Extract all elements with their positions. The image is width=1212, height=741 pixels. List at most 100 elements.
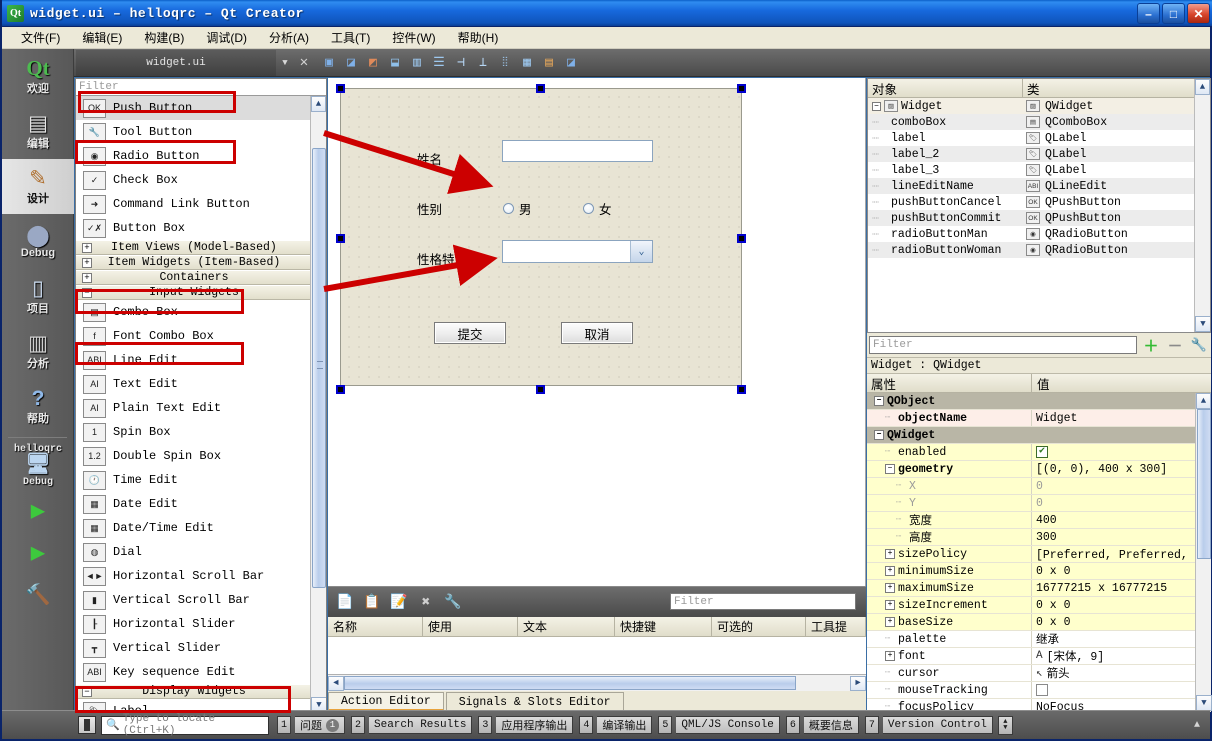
widget-box-item[interactable]: ABI Key sequence Edit [76,660,312,684]
minus-icon[interactable]: － [1165,335,1185,356]
widget-box-category[interactable]: − Input Widgets [76,285,312,300]
property-filter-input[interactable]: Filter [869,336,1137,354]
layout-splitter-vertical-icon[interactable]: ⊥ [474,54,492,72]
chevron-down-icon[interactable]: ▼ [276,58,294,68]
property-row[interactable]: + sizePolicy [Preferred, Preferred, ⋯ [867,546,1195,563]
layout-vertical-icon[interactable]: ☰ [430,54,448,72]
mode-design[interactable]: ✎ 设计 [2,159,74,214]
object-inspector-row[interactable]: ┈ lineEditName ABI QLineEdit [868,178,1210,194]
property-value-cell[interactable]: ↖ 箭头 [1032,665,1195,681]
new-action-icon[interactable]: 📄 [336,593,354,611]
column-header-text[interactable]: 文本 [518,617,615,636]
collapse-icon[interactable]: − [82,287,92,298]
object-inspector-row[interactable]: ┈ radioButtonMan ◉ QRadioButton [868,226,1210,242]
form-label-gender[interactable]: 性别 [417,199,442,218]
widget-box-item[interactable]: AI Text Edit [76,372,312,396]
property-row[interactable]: − QWidget [867,427,1195,444]
mode-projects[interactable]: ▯ 项目 [2,269,74,324]
object-inspector-row[interactable]: ┈ comboBox ▤ QComboBox [868,114,1210,130]
action-editor-filter-input[interactable]: Filter [670,593,856,610]
form-lineedit-name[interactable] [502,140,653,162]
object-inspector-scrollbar[interactable]: ▲ ▼ [1194,79,1210,332]
action-table-body[interactable] [328,637,866,675]
widget-box-filter-input[interactable]: Filter [76,79,326,96]
property-row[interactable]: − QObject [867,393,1195,410]
property-row[interactable]: ┈ mouseTracking ✔ [867,682,1195,699]
widget-box-item[interactable]: ▦ Date Edit [76,492,312,516]
property-row[interactable]: ┈ enabled ✔ [867,444,1195,461]
property-value-cell[interactable]: [(0, 0), 400 x 300] [1032,461,1195,477]
property-value-cell[interactable]: [Preferred, Preferred, ⋯ [1032,546,1195,562]
widget-box-item[interactable]: OK Push Button [76,96,312,120]
break-layout-icon[interactable]: ▤ [540,54,558,72]
object-inspector-row[interactable]: ┈ label_2 🏷 QLabel [868,146,1210,162]
object-inspector-row[interactable]: ┈ label_3 🏷 QLabel [868,162,1210,178]
column-header-property[interactable]: 属性 [867,374,1032,392]
adjust-size-icon[interactable]: ◪ [562,54,580,72]
edit-tab-order-icon[interactable]: ⬓ [386,54,404,72]
scroll-right-icon[interactable]: ► [850,675,866,691]
edit-widgets-icon[interactable]: ▣ [320,54,338,72]
widget-box-item[interactable]: 1.2 Double Spin Box [76,444,312,468]
property-row[interactable]: − geometry [(0, 0), 400 x 300] [867,461,1195,478]
widget-box-item[interactable]: ◉ Radio Button [76,144,312,168]
property-value-cell[interactable]: 0 x 0 [1032,597,1195,613]
close-document-icon[interactable]: ✕ [294,54,314,71]
property-value-cell[interactable]: 继承 [1032,631,1195,647]
property-value-cell[interactable] [1032,427,1195,443]
widget-box-category[interactable]: + Item Widgets (Item-Based) [76,255,312,270]
property-value-cell[interactable]: ✔ [1032,444,1195,460]
column-header-class[interactable]: 类 [1023,79,1040,97]
layout-form-icon[interactable]: ⦙⦙ [496,54,514,72]
widget-box-item[interactable]: ABI Line Edit [76,348,312,372]
scroll-up-icon[interactable]: ▲ [311,96,326,112]
checkbox-icon[interactable]: ✔ [1036,446,1048,458]
output-pane-stepper[interactable]: ▲ ▼ [997,715,1013,735]
maximize-button[interactable]: □ [1162,3,1185,24]
hscrollbar-thumb[interactable] [344,676,796,690]
widget-box-item[interactable]: ◍ Dial [76,540,312,564]
property-value-cell[interactable]: Widget [1032,410,1195,426]
sidebar-toggle-button[interactable] [78,716,96,734]
property-row[interactable]: ┈ objectName Widget [867,410,1195,427]
output-pane-button[interactable]: 5 QML/JS Console [658,715,780,735]
mode-analyze[interactable]: ▥ 分析 [2,324,74,379]
menu-edit[interactable]: 编辑(E) [71,27,133,48]
scroll-up-icon[interactable]: ▲ [1195,79,1210,95]
form-radio-female[interactable]: 女 [583,199,612,218]
mode-debug[interactable]: ⬤ Debug [2,214,74,269]
property-value-cell[interactable]: 0 x 0 [1032,614,1195,630]
property-row[interactable]: ┈ cursor ↖ 箭头 [867,665,1195,682]
wrench-icon[interactable]: 🔧 [1189,335,1209,355]
property-row[interactable]: + baseSize 0 x 0 [867,614,1195,631]
property-value-cell[interactable] [1032,393,1195,409]
open-file-selector[interactable]: widget.ui [76,49,276,76]
collapse-icon[interactable]: − [874,396,884,406]
edit-buddies-icon[interactable]: ◩ [364,54,382,72]
debug-button[interactable]: ▶ [2,532,74,574]
object-inspector-row[interactable]: − ▨ Widget ▨ QWidget [868,98,1210,114]
widget-box-item[interactable]: ◄► Horizontal Scroll Bar [76,564,312,588]
column-header-checkable[interactable]: 可选的 [712,617,806,636]
collapse-icon[interactable]: − [885,464,895,474]
property-value-cell[interactable]: 0 [1032,495,1195,511]
menu-build[interactable]: 构建(B) [133,27,195,48]
property-value-cell[interactable]: 400 [1032,512,1195,528]
scrollbar-thumb[interactable] [1197,409,1211,559]
scrollbar-thumb[interactable] [312,148,326,588]
design-form[interactable]: 姓名 性别 男 女 性格特质 ⌄ 提交 取消 [340,88,742,386]
selection-handle-middle-left[interactable] [336,234,345,243]
column-header-used[interactable]: 使用 [423,617,518,636]
expand-icon[interactable]: + [885,549,895,559]
selection-handle-middle-right[interactable] [737,234,746,243]
widget-box-scrollbar[interactable]: ▲ ▼ [310,96,326,711]
edit-action-icon[interactable]: 📝 [390,593,408,611]
layout-splitter-horizontal-icon[interactable]: ⊣ [452,54,470,72]
widget-box-category[interactable]: + Item Views (Model-Based) [76,240,312,255]
view-mode-icon[interactable]: 🔧 [444,593,462,611]
property-row[interactable]: ┈ 高度 300 [867,529,1195,546]
property-editor-scrollbar[interactable]: ▲ ▼ [1195,393,1212,711]
form-cancel-button[interactable]: 取消 [561,322,633,344]
form-radio-male[interactable]: 男 [503,199,532,218]
expand-icon[interactable]: + [885,617,895,627]
